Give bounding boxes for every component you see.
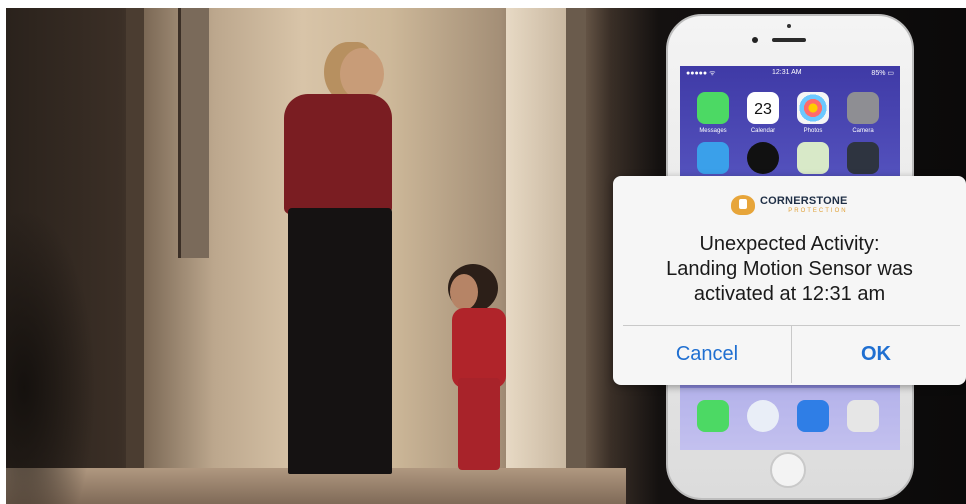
signal-icon: ●●●●● ᯤ	[686, 70, 716, 77]
child-legs	[458, 378, 500, 470]
brand-sub: PROTECTION	[788, 208, 848, 214]
earpiece-speaker	[772, 38, 806, 42]
alert-dialog: CORNERSTONE PROTECTION Unexpected Activi…	[613, 176, 966, 385]
app-label: Camera	[852, 128, 874, 134]
brand-name: CORNERSTONE	[760, 195, 848, 207]
alert-message: Unexpected Activity: Landing Motion Sens…	[633, 232, 946, 307]
app-label: Calendar	[750, 128, 776, 134]
app-label: Messages	[699, 128, 727, 134]
child-face	[450, 274, 478, 310]
app-label: Photos	[803, 128, 823, 134]
status-bar: ●●●●● ᯤ 12:31 AM 85% ▭	[680, 66, 900, 82]
door-frame-right	[506, 8, 566, 478]
bulletin-board	[178, 8, 209, 258]
camera-icon[interactable]	[847, 92, 879, 124]
photos-icon[interactable]	[797, 92, 829, 124]
weather-icon[interactable]	[697, 142, 729, 174]
home-app-icon[interactable]	[847, 400, 879, 432]
alert-line-1: Unexpected Activity:	[699, 233, 880, 255]
cancel-button[interactable]: Cancel	[623, 326, 791, 382]
front-camera-icon	[787, 24, 791, 28]
woman-shirt	[284, 94, 392, 214]
alert-line-2: Landing Motion Sensor was	[666, 258, 913, 280]
door-frame-left	[126, 8, 144, 488]
alert-line-3: activated at 12:31 am	[693, 283, 886, 305]
child-body	[452, 308, 506, 388]
phone-icon[interactable]	[697, 400, 729, 432]
calendar-icon[interactable]: 23	[747, 92, 779, 124]
sensor-icon	[752, 37, 758, 43]
clock-icon[interactable]	[747, 142, 779, 174]
safari-icon[interactable]	[747, 400, 779, 432]
home-button[interactable]	[770, 452, 806, 488]
brand-logo: CORNERSTONE PROTECTION	[731, 194, 848, 216]
messages-icon[interactable]	[697, 92, 729, 124]
videos-icon[interactable]	[847, 142, 879, 174]
maps-icon[interactable]	[797, 142, 829, 174]
shadow	[6, 208, 96, 504]
cornerstone-logo-icon	[731, 195, 755, 215]
battery-icon: 85% ▭	[871, 70, 894, 77]
door-edge	[566, 8, 586, 478]
mail-icon[interactable]	[797, 400, 829, 432]
ok-button[interactable]: OK	[792, 326, 960, 382]
status-time: 12:31 AM	[772, 69, 802, 76]
woman-pants	[288, 208, 392, 474]
woman-head	[340, 48, 384, 100]
